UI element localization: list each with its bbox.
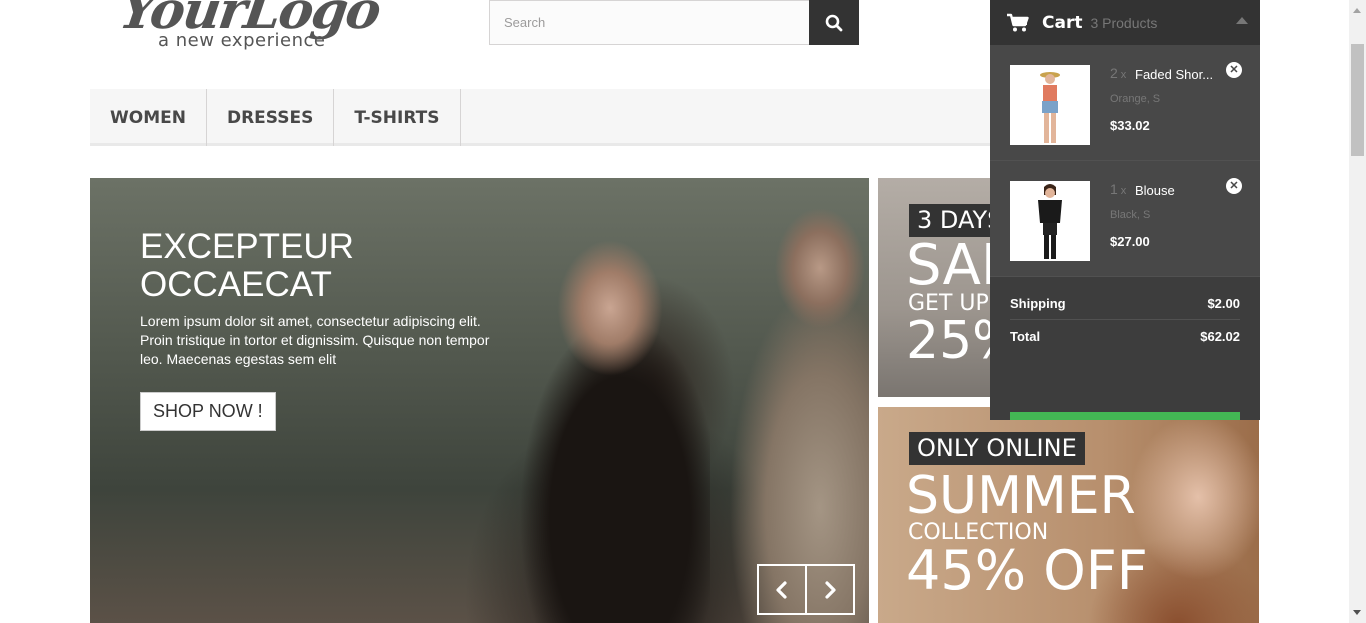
cart-title: Cart — [1042, 12, 1083, 33]
scrollbar-thumb[interactable] — [1351, 44, 1364, 156]
slider-next-button[interactable] — [805, 564, 855, 615]
remove-item-button[interactable]: ✕ — [1226, 178, 1242, 194]
cart-header[interactable]: Cart 3 Products — [990, 0, 1260, 45]
total-label: Total — [1010, 329, 1041, 344]
hero-title: EXCEPTEUR OCCAECAT — [140, 228, 354, 304]
search-icon — [825, 14, 843, 31]
hero-photo-woman — [510, 198, 710, 623]
product-image-shorts — [1040, 72, 1060, 143]
product-thumbnail[interactable] — [1010, 65, 1090, 145]
cart-product: 1x Blouse Black, S $27.00 ✕ — [990, 161, 1260, 277]
close-icon: ✕ — [1229, 179, 1239, 192]
cart-icon — [1007, 13, 1029, 31]
scroll-up-arrow[interactable] — [1353, 8, 1361, 13]
chevron-left-icon — [776, 580, 787, 599]
product-image-blouse — [1038, 184, 1062, 259]
checkout-button[interactable] — [1010, 412, 1240, 420]
menu-item-women[interactable]: WOMEN — [90, 89, 207, 146]
close-icon: ✕ — [1229, 63, 1239, 76]
product-price: $33.02 — [1110, 118, 1150, 133]
banner2-percent: 45% OFF — [906, 539, 1148, 602]
banner2-tag: ONLY ONLINE — [909, 432, 1085, 465]
promo-banner-summer[interactable]: ONLY ONLINE SUMMER COLLECTION 45% OFF — [878, 407, 1259, 623]
product-name[interactable]: Faded Shor... — [1135, 67, 1220, 82]
search-button[interactable] — [809, 0, 859, 45]
total-value: $62.02 — [1200, 329, 1240, 344]
product-qty: 2x — [1110, 65, 1127, 81]
cart-totals: Shipping $2.00 Total $62.02 — [990, 277, 1260, 420]
shipping-row: Shipping $2.00 — [1010, 287, 1240, 320]
hero-description: Lorem ipsum dolor sit amet, consectetur … — [140, 313, 490, 367]
hero-title-line2: OCCAECAT — [140, 265, 332, 304]
site-logo[interactable]: YourLogo a new experience — [110, 0, 410, 56]
total-row: Total $62.02 — [1010, 320, 1240, 353]
slider-nav — [757, 564, 855, 615]
page-scrollbar[interactable] — [1349, 0, 1366, 623]
menu-item-tshirts[interactable]: T-SHIRTS — [334, 89, 461, 146]
product-thumbnail[interactable] — [1010, 181, 1090, 261]
product-price: $27.00 — [1110, 234, 1150, 249]
search-bar — [489, 0, 859, 45]
remove-item-button[interactable]: ✕ — [1226, 62, 1242, 78]
shipping-label: Shipping — [1010, 295, 1066, 311]
search-input[interactable] — [489, 0, 809, 45]
shop-now-button[interactable]: SHOP NOW ! — [140, 392, 276, 431]
hero-photo-man — [730, 178, 869, 623]
cart-product: 2x Faded Shor... Orange, S $33.02 ✕ — [990, 45, 1260, 161]
cart-dropdown: Cart 3 Products 2x Faded Shor... Orange,… — [990, 0, 1260, 420]
hero-title-line1: EXCEPTEUR — [140, 227, 354, 266]
hero-slider: EXCEPTEUR OCCAECAT Lorem ipsum dolor sit… — [90, 178, 869, 623]
shipping-value: $2.00 — [1207, 295, 1240, 311]
chevron-right-icon — [825, 580, 836, 599]
logo-tagline: a new experience — [158, 30, 326, 51]
banner2-headline: SUMMER — [906, 466, 1136, 526]
product-qty: 1x — [1110, 181, 1127, 197]
cart-count: 3 Products — [1090, 14, 1158, 31]
caret-up-icon — [1236, 17, 1248, 24]
product-name[interactable]: Blouse — [1135, 183, 1220, 198]
product-attributes: Black, S — [1110, 209, 1151, 221]
slider-prev-button[interactable] — [757, 564, 807, 615]
product-attributes: Orange, S — [1110, 93, 1161, 105]
menu-item-dresses[interactable]: DRESSES — [207, 89, 335, 146]
scroll-down-arrow[interactable] — [1353, 610, 1361, 615]
